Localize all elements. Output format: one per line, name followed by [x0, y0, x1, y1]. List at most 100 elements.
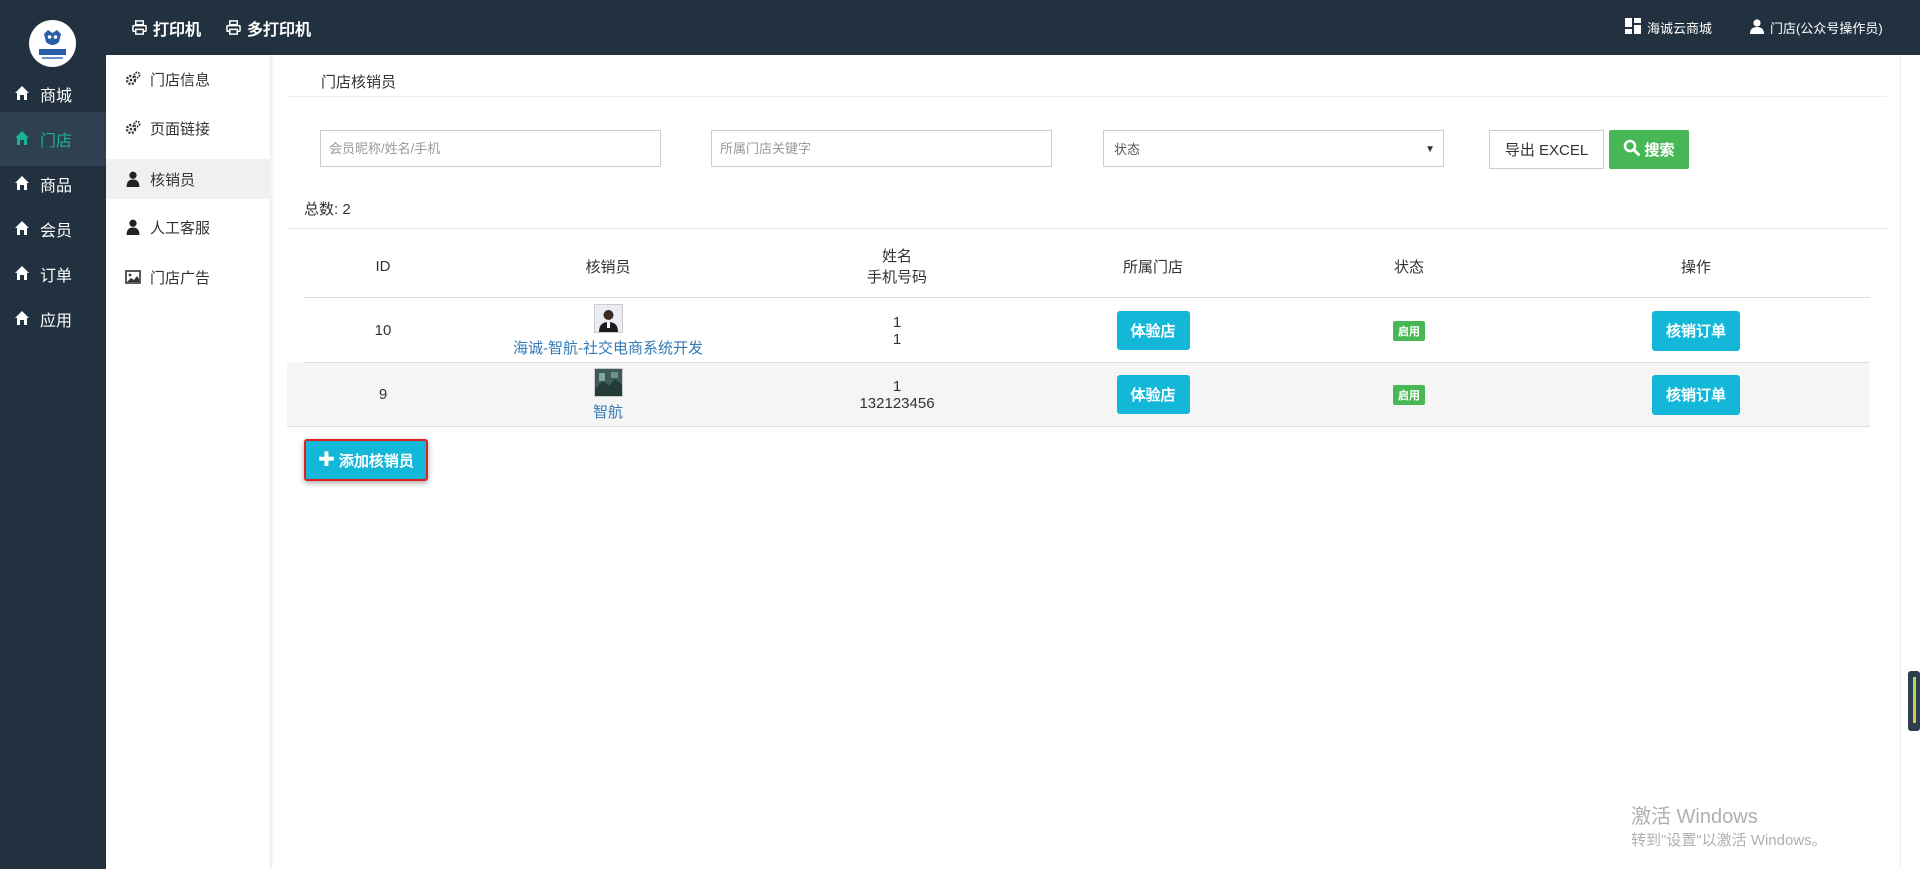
verify-order-button[interactable]: 核销订单 [1652, 310, 1740, 351]
sub-item-label: 核销员 [150, 171, 196, 189]
multi-printer-link[interactable]: 多打印机 [226, 0, 311, 55]
scroll-strip [1900, 55, 1920, 869]
cell-status: 启用 [1266, 299, 1552, 362]
multi-printer-label: 多打印机 [247, 21, 312, 39]
nav-item-label: 商城 [40, 88, 73, 105]
cell-name: 1 [892, 377, 902, 395]
home-icon [14, 220, 32, 238]
cell-store: 体验店 [1040, 363, 1266, 426]
printer-icon [226, 20, 241, 35]
sub-item-verifier[interactable]: 核销员 [106, 159, 271, 199]
total-count: 总数: 2 [304, 201, 351, 218]
image-icon [125, 269, 141, 285]
store-keyword-input[interactable] [711, 130, 1052, 167]
header-verifier: 核销员 [585, 258, 631, 276]
divider [287, 228, 1887, 229]
printer-icon [132, 20, 147, 35]
header-phone: 手机号码 [866, 269, 927, 286]
nav-item-label: 商品 [40, 178, 73, 195]
cell-phone: 132123456 [859, 394, 935, 412]
printer-label: 打印机 [153, 21, 202, 39]
header-status: 状态 [1393, 258, 1424, 276]
gears-icon [125, 71, 141, 87]
cloud-mall-link[interactable]: 海诚云商城 [1625, 0, 1712, 55]
cell-id: 9 [378, 386, 388, 403]
header-action: 操作 [1680, 258, 1711, 276]
cell-verifier: 海诚-智航-社交电商系统开发 [462, 299, 754, 362]
sub-item-label: 页面链接 [150, 120, 211, 138]
header-store: 所属门店 [1122, 258, 1183, 276]
windows-activation-hint: 转到"设置"以激活 Windows。 [1631, 832, 1827, 849]
sub-item-label: 门店广告 [150, 269, 211, 287]
sub-item-store-info[interactable]: 门店信息 [106, 59, 271, 99]
nav-item-label: 应用 [40, 313, 73, 330]
status-badge: 启用 [1393, 320, 1425, 341]
search-icon [1623, 139, 1641, 160]
export-excel-button[interactable]: 导出 EXCEL [1489, 130, 1604, 169]
avatar [593, 367, 623, 397]
store-button[interactable]: 体验店 [1116, 375, 1190, 414]
side-scroll-handle[interactable] [1908, 671, 1920, 731]
user-label: 门店(公众号操作员) [1770, 21, 1883, 36]
table-header: ID 核销员 姓名 手机号码 所属门店 状态 操作 [304, 235, 1870, 298]
gears-icon [125, 120, 141, 136]
cell-id: 10 [374, 322, 392, 339]
home-icon [14, 310, 32, 328]
store-button[interactable]: 体验店 [1116, 311, 1190, 350]
verify-order-button[interactable]: 核销订单 [1652, 374, 1740, 415]
cell-action: 核销订单 [1552, 299, 1840, 362]
sub-item-store-ad[interactable]: 门店广告 [106, 257, 271, 297]
add-verifier-button[interactable]: ✚ 添加核销员 [304, 439, 428, 481]
windows-activation-title: 激活 Windows [1631, 806, 1758, 828]
cloud-mall-label: 海诚云商城 [1647, 21, 1713, 36]
add-verifier-label: 添加核销员 [338, 452, 414, 470]
dashboard-icon [1625, 18, 1641, 37]
verifier-name-link[interactable]: 海诚-智航-社交电商系统开发 [513, 337, 703, 358]
nav-item-app[interactable]: 应用 [0, 292, 106, 346]
verifier-name-link[interactable]: 智航 [593, 401, 623, 422]
search-button[interactable]: 搜索 [1609, 130, 1689, 169]
avatar [593, 303, 623, 333]
sub-item-label: 门店信息 [150, 71, 211, 89]
sub-item-page-link[interactable]: 页面链接 [106, 108, 271, 148]
cell-store: 体验店 [1040, 299, 1266, 362]
sub-sidebar: 门店信息 页面链接 核销员 人工客服 门店广告 [106, 55, 271, 869]
cell-name-phone: 1 132123456 [754, 363, 1040, 426]
home-icon [14, 130, 32, 148]
user-icon [125, 171, 141, 187]
main-sidebar: 商城 门店 商品 会员 订单 应用 [0, 0, 106, 869]
nav-item-label: 会员 [40, 223, 73, 240]
sub-item-customer-service[interactable]: 人工客服 [106, 207, 271, 247]
status-select[interactable]: 状态 ▼ [1103, 130, 1444, 167]
printer-link[interactable]: 打印机 [132, 0, 201, 55]
nav-item-label: 订单 [40, 268, 73, 285]
status-badge: 启用 [1393, 384, 1425, 405]
table-row: 10 海诚-智航-社交电商系统开发 1 1 体验店 启用 核销订单 [304, 299, 1870, 363]
divider [287, 96, 1887, 97]
member-search-input[interactable] [320, 130, 661, 167]
row-content: 9 智航 1 132123456 体验店 启用 核销订单 [304, 363, 1870, 426]
cell-action: 核销订单 [1552, 363, 1840, 426]
home-icon [14, 85, 32, 103]
brand-logo[interactable] [29, 20, 76, 67]
main-content: 门店核销员 状态 ▼ 导出 EXCEL 搜索 总数: 2 ID 核销员 姓名 手… [287, 55, 1887, 869]
caret-down-icon: ▼ [1425, 144, 1435, 155]
cell-name: 1 [892, 313, 902, 331]
cell-verifier: 智航 [462, 363, 754, 426]
home-icon [14, 175, 32, 193]
top-bar: 打印机 多打印机 海诚云商城 门店(公众号操作员) [106, 0, 1920, 55]
user-icon [125, 219, 141, 235]
cell-status: 启用 [1266, 363, 1552, 426]
table-row: 9 智航 1 132123456 体验店 启用 核销订单 [287, 363, 1870, 427]
cell-name-phone: 1 1 [754, 299, 1040, 362]
cell-phone: 1 [892, 330, 902, 348]
status-select-value: 状态 [1114, 142, 1141, 157]
user-menu[interactable]: 门店(公众号操作员) [1750, 0, 1883, 55]
home-icon [14, 265, 32, 283]
page-title: 门店核销员 [321, 74, 397, 91]
search-label: 搜索 [1644, 142, 1675, 159]
user-icon [1750, 18, 1764, 37]
header-id: ID [375, 257, 391, 275]
export-excel-label: 导出 EXCEL [1504, 142, 1589, 159]
nav-item-label: 门店 [40, 133, 73, 150]
